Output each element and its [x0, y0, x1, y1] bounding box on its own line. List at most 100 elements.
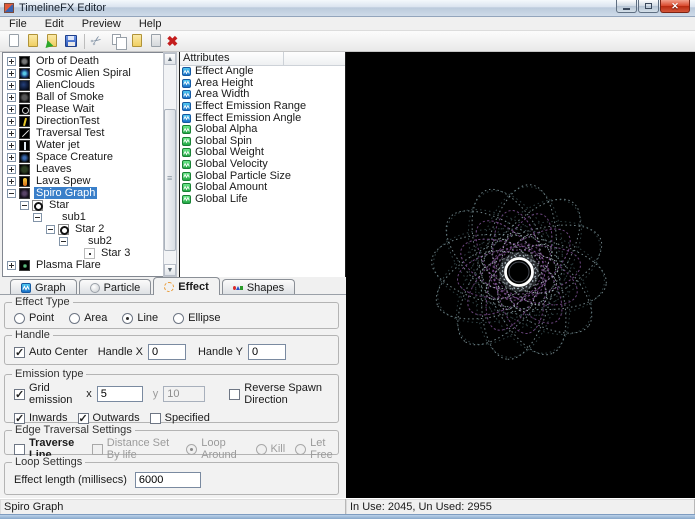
attribute-item-global-velocity[interactable]: Global Velocity: [180, 159, 345, 171]
attribute-item-effect-emission-angle[interactable]: Effect Emission Angle: [180, 112, 345, 124]
tree-item-leaves[interactable]: Leaves: [3, 163, 163, 175]
red-x-icon: ✖: [167, 33, 183, 49]
title-bar[interactable]: TimelineFX Editor ✕: [0, 0, 695, 17]
scroll-up-icon[interactable]: ▲: [164, 53, 176, 65]
minus-expand-icon[interactable]: [20, 201, 29, 210]
paste-button[interactable]: [127, 32, 146, 51]
attribute-item-global-amount[interactable]: Global Amount: [180, 182, 345, 194]
delete-button[interactable]: ✖: [165, 32, 184, 51]
line-radio[interactable]: Line: [122, 312, 158, 324]
plus-expand-icon[interactable]: [7, 177, 16, 186]
tree-item-plasma-flare[interactable]: Plasma Flare: [3, 259, 163, 271]
tree-item-star[interactable]: Star: [3, 199, 163, 211]
toolbar: ✂✖: [0, 31, 695, 52]
clone-button[interactable]: [146, 32, 165, 51]
plus-expand-icon[interactable]: [7, 93, 16, 102]
cut-button[interactable]: ✂: [89, 32, 108, 51]
ring-thumbnail-icon: [58, 224, 69, 235]
attribute-item-global-weight[interactable]: Global Weight: [180, 147, 345, 159]
copy-button[interactable]: [108, 32, 127, 51]
tab-graph[interactable]: Graph: [10, 279, 77, 295]
tree-item-star-2[interactable]: Star 2: [3, 223, 163, 235]
minus-expand-icon[interactable]: [7, 189, 16, 198]
new-button[interactable]: [4, 32, 23, 51]
tree-item-orb-of-death[interactable]: Orb of Death: [3, 55, 163, 67]
tree-item-space-creature[interactable]: Space Creature: [3, 151, 163, 163]
menu-file[interactable]: File: [0, 17, 36, 31]
effect-length-input[interactable]: [135, 472, 201, 488]
kill-radio[interactable]: Kill: [256, 443, 286, 455]
tree-item-cosmic-alien-spiral[interactable]: Cosmic Alien Spiral: [3, 67, 163, 79]
tree-item-water-jet[interactable]: Water jet: [3, 139, 163, 151]
plus-expand-icon[interactable]: [7, 105, 16, 114]
let-free-radio[interactable]: Let Free: [295, 437, 338, 461]
tab-effect[interactable]: Effect: [153, 277, 220, 295]
auto-center-checkbox[interactable]: Auto Center: [14, 346, 88, 358]
attribute-item-global-spin[interactable]: Global Spin: [180, 136, 345, 148]
tree-item-ball-of-smoke[interactable]: Ball of Smoke: [3, 91, 163, 103]
plus-expand-icon[interactable]: [7, 69, 16, 78]
attributes-column-header[interactable]: Attributes: [180, 52, 284, 65]
tree-item-alienclouds[interactable]: AlienClouds: [3, 79, 163, 91]
point-radio[interactable]: Point: [14, 312, 54, 324]
tab-particle[interactable]: Particle: [79, 279, 152, 295]
maximize-button[interactable]: [638, 0, 659, 13]
grid-x-input[interactable]: [97, 386, 143, 402]
plus-expand-icon[interactable]: [7, 81, 16, 90]
tree-item-sub1[interactable]: sub1: [3, 211, 163, 223]
loop-around-radio[interactable]: Loop Around: [186, 437, 245, 461]
minus-expand-icon[interactable]: [33, 213, 42, 222]
tab-shapes[interactable]: Shapes: [222, 279, 295, 295]
area-radio[interactable]: Area: [69, 312, 107, 324]
inwards-checkbox[interactable]: Inwards: [14, 412, 68, 424]
menu-preview[interactable]: Preview: [73, 17, 130, 31]
tree-item-traversal-test[interactable]: Traversal Test: [3, 127, 163, 139]
plus-expand-icon[interactable]: [7, 57, 16, 66]
tree-item-please-wait[interactable]: Please Wait: [3, 103, 163, 115]
attribute-item-effect-emission-range[interactable]: Effect Emission Range: [180, 101, 345, 113]
grid-y-input[interactable]: [163, 386, 205, 402]
minus-expand-icon[interactable]: [46, 225, 55, 234]
attribute-item-effect-angle[interactable]: Effect Angle: [180, 66, 345, 78]
tree-item-spiro-graph[interactable]: Spiro Graph: [3, 187, 163, 199]
tree-item-directiontest[interactable]: DirectionTest: [3, 115, 163, 127]
distance-set-by-life-checkbox[interactable]: Distance Set By life: [92, 437, 176, 461]
outwards-checkbox[interactable]: Outwards: [78, 412, 140, 424]
attribute-item-area-width[interactable]: Area Width: [180, 89, 345, 101]
close-button[interactable]: ✕: [660, 0, 690, 13]
plus-expand-icon[interactable]: [7, 117, 16, 126]
scroll-down-icon[interactable]: ▼: [164, 264, 176, 276]
import-button[interactable]: [42, 32, 61, 51]
minus-expand-icon[interactable]: [59, 237, 68, 246]
scrollbar-thumb[interactable]: [164, 109, 176, 251]
plus-expand-icon[interactable]: [7, 141, 16, 150]
attributes-header[interactable]: Attributes: [180, 52, 345, 66]
plus-expand-icon[interactable]: [7, 261, 16, 270]
save-button[interactable]: [61, 32, 80, 51]
menu-edit[interactable]: Edit: [36, 17, 73, 31]
plus-expand-icon[interactable]: [7, 153, 16, 162]
attribute-item-global-life[interactable]: Global Life: [180, 194, 345, 206]
window-title: TimelineFX Editor: [19, 2, 106, 14]
handle-x-input[interactable]: [148, 344, 186, 360]
ellipse-radio[interactable]: Ellipse: [173, 312, 220, 324]
specified-checkbox[interactable]: Specified: [150, 412, 210, 424]
attribute-item-area-height[interactable]: Area Height: [180, 78, 345, 90]
plus-expand-icon[interactable]: [7, 129, 16, 138]
grid-emission-checkbox[interactable]: Grid emission: [14, 382, 78, 406]
handle-y-input[interactable]: [248, 344, 286, 360]
plus-expand-icon[interactable]: [7, 165, 16, 174]
tree-item-sub2[interactable]: sub2: [3, 235, 163, 247]
attribute-item-global-particle-size[interactable]: Global Particle Size: [180, 170, 345, 182]
window-bottom-border: [0, 514, 695, 519]
tree-scrollbar[interactable]: ▲ ▼: [163, 52, 177, 277]
open-button[interactable]: [23, 32, 42, 51]
minimize-button[interactable]: [616, 0, 637, 13]
attributes-panel: Attributes Effect AngleArea HeightArea W…: [179, 52, 346, 277]
tree-item-lava-spew[interactable]: Lava Spew: [3, 175, 163, 187]
menu-help[interactable]: Help: [130, 17, 171, 31]
effect-preview-viewport[interactable]: [346, 52, 695, 498]
attribute-item-global-alpha[interactable]: Global Alpha: [180, 124, 345, 136]
tree-item-star-3[interactable]: Star 3: [3, 247, 163, 259]
reverse-spawn-direction-checkbox[interactable]: Reverse Spawn Direction: [229, 382, 338, 406]
